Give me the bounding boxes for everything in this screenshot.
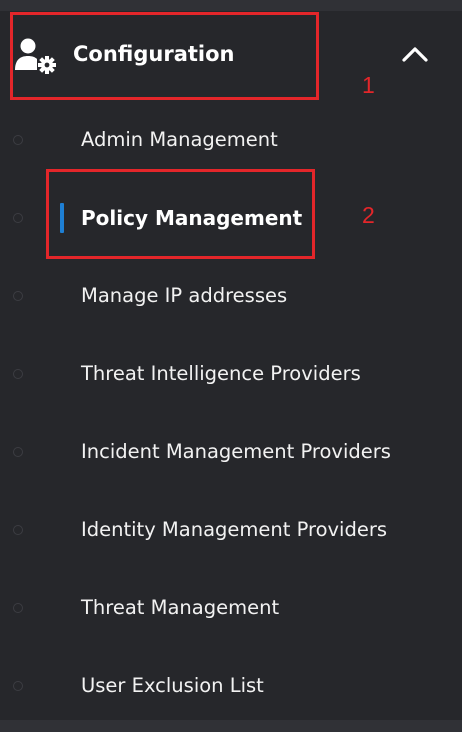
chevron-up-icon[interactable]: [399, 41, 431, 67]
configuration-menu-header[interactable]: Configuration: [0, 11, 462, 97]
menu-item-label: Threat Management: [81, 596, 280, 619]
menu-item-threat-intelligence-providers[interactable]: Threat Intelligence Providers: [0, 335, 462, 413]
bottom-divider: [0, 720, 462, 732]
menu-item-incident-management-providers[interactable]: Incident Management Providers: [0, 413, 462, 491]
bullet-icon: [13, 681, 23, 691]
menu-item-label: Policy Management: [81, 206, 303, 230]
bullet-icon: [13, 447, 23, 457]
bullet-icon: [13, 135, 23, 145]
menu-item-identity-management-providers[interactable]: Identity Management Providers: [0, 491, 462, 569]
menu-item-manage-ip-addresses[interactable]: Manage IP addresses: [0, 257, 462, 335]
menu-item-label: Admin Management: [81, 128, 278, 151]
menu-item-policy-management[interactable]: Policy Management: [0, 179, 462, 257]
menu-item-label: Manage IP addresses: [81, 284, 288, 307]
bullet-icon: [13, 291, 23, 301]
bullet-icon: [13, 213, 23, 223]
bullet-icon: [13, 603, 23, 613]
menu-item-label: Threat Intelligence Providers: [81, 362, 361, 385]
annotation-number-2: 2: [362, 202, 375, 228]
active-indicator: [60, 203, 64, 233]
user-gear-icon: [15, 38, 56, 74]
menu-item-admin-management[interactable]: Admin Management: [0, 101, 462, 179]
sidebar-menu: Configuration Admin Management Policy Ma…: [0, 0, 462, 732]
menu-item-label: User Exclusion List: [81, 674, 264, 697]
menu-item-label: Identity Management Providers: [81, 518, 388, 541]
menu-item-label: Incident Management Providers: [81, 440, 391, 463]
top-divider: [0, 0, 462, 11]
menu-item-user-exclusion-list[interactable]: User Exclusion List: [0, 647, 462, 725]
annotation-number-1: 1: [362, 72, 375, 98]
bullet-icon: [13, 369, 23, 379]
bullet-icon: [13, 525, 23, 535]
configuration-title: Configuration: [73, 42, 235, 66]
menu-item-threat-management[interactable]: Threat Management: [0, 569, 462, 647]
